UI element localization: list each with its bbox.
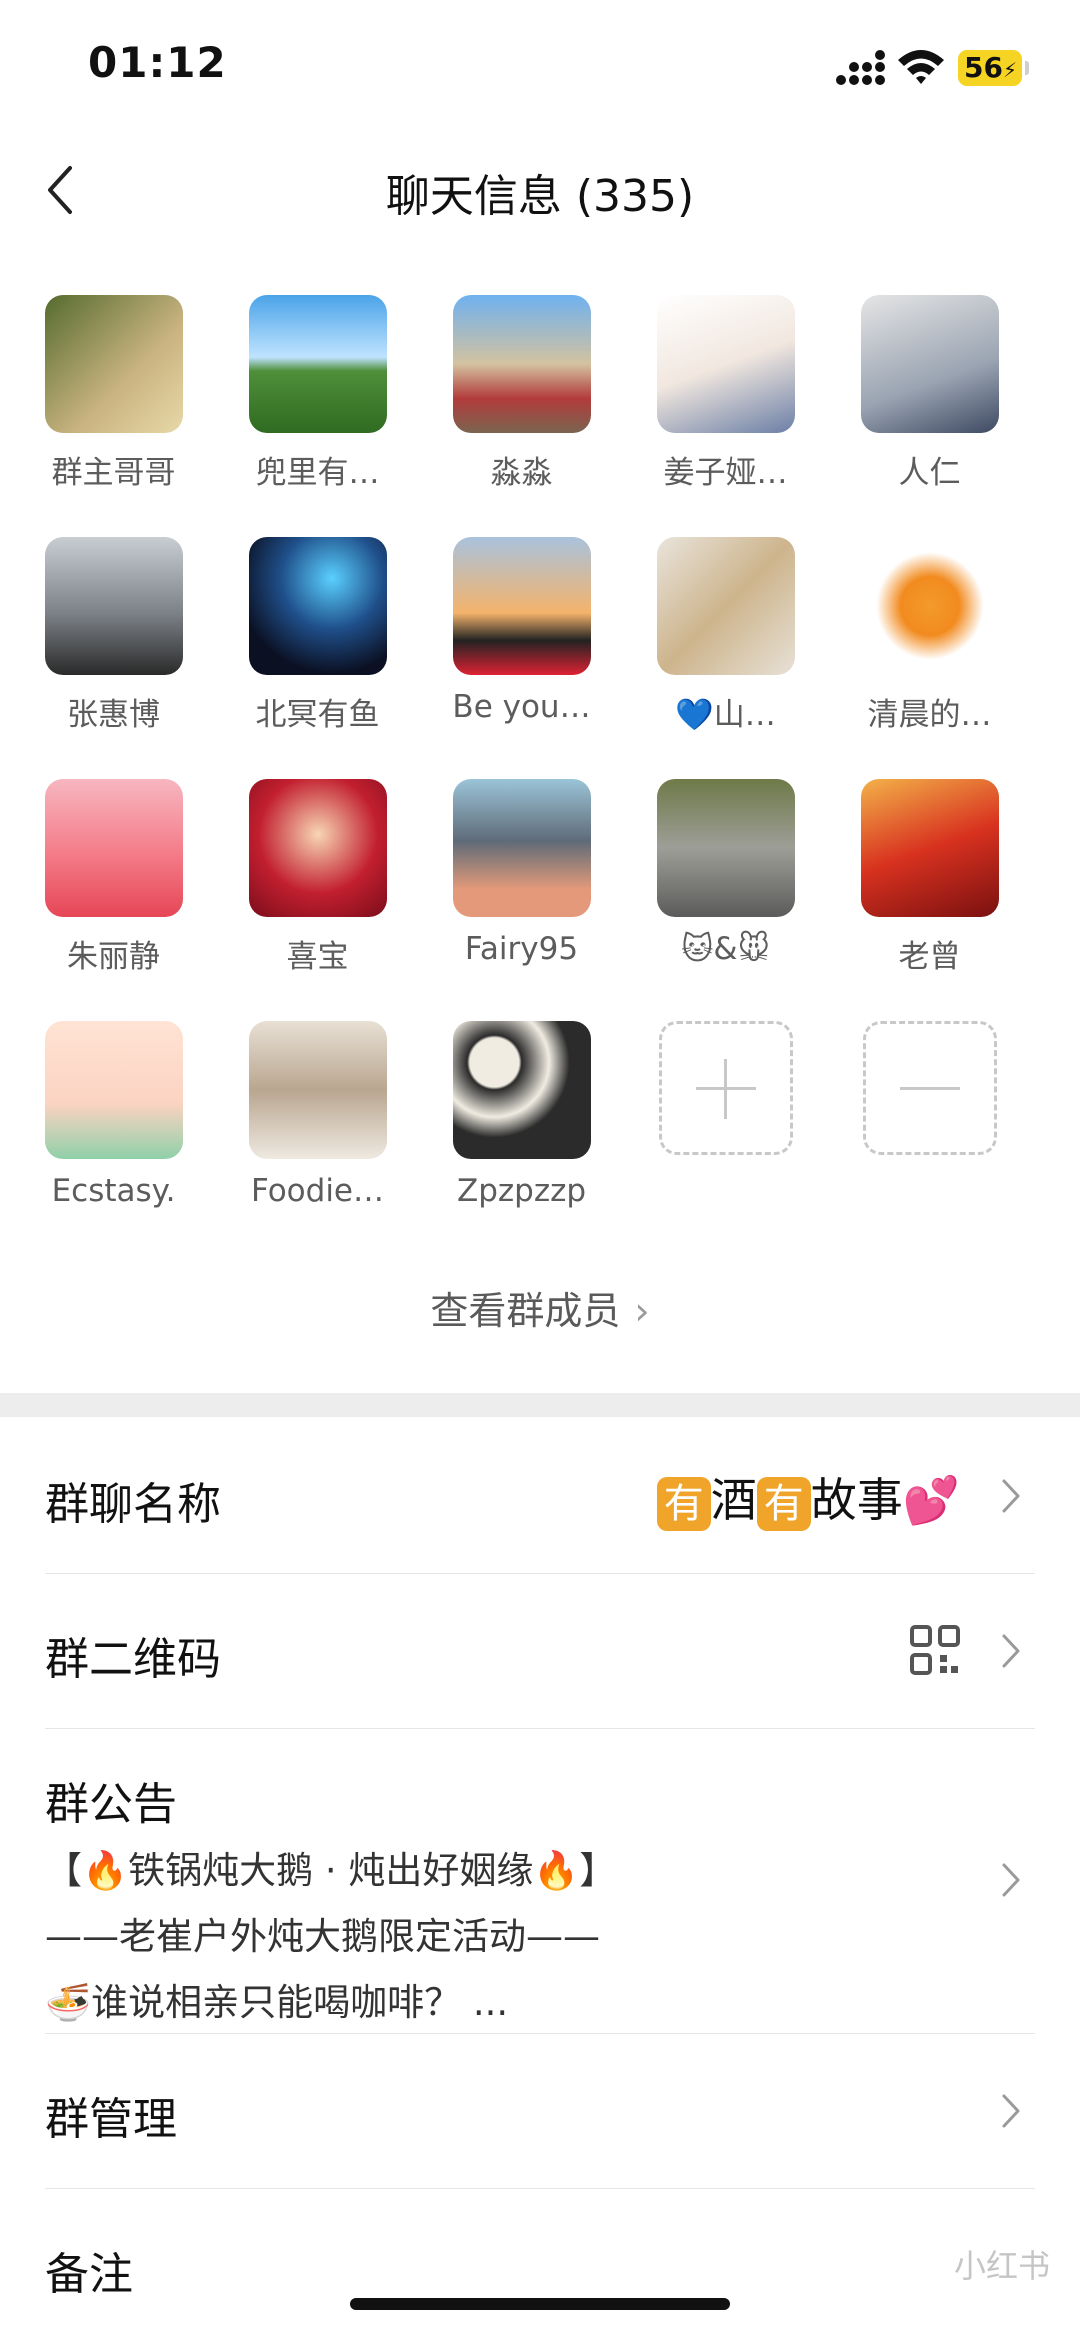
status-bar: 01:12 56⚡ <box>0 0 1080 130</box>
member-item[interactable]: 姜子娅… <box>638 295 813 492</box>
member-name: 朱丽静 <box>67 939 160 975</box>
group-notice-label: 群公告 <box>45 1779 177 1830</box>
member-name: 人仁 <box>898 455 961 491</box>
chevron-right-icon <box>1002 1634 1020 1668</box>
avatar <box>452 779 591 917</box>
chevron-right-icon <box>1002 1479 1020 1513</box>
member-item[interactable]: Foodie… <box>230 1021 405 1209</box>
group-name-label: 群聊名称 <box>45 1479 221 1530</box>
member-item[interactable]: Zpzpzzp <box>434 1021 609 1209</box>
group-qr-label: 群二维码 <box>45 1634 221 1685</box>
avatar <box>44 1021 183 1159</box>
avatar <box>44 779 183 917</box>
member-item[interactable]: 清晨的… <box>842 537 1017 734</box>
remove-member-button[interactable] <box>842 1021 1017 1155</box>
section-divider <box>0 1393 1080 1417</box>
member-item[interactable]: 朱丽静 <box>26 779 201 976</box>
member-name: 张惠博 <box>67 697 160 733</box>
avatar <box>248 1021 387 1159</box>
group-name-value: 有酒有故事💕 <box>656 1464 960 1531</box>
group-notice-content: 【🔥铁锅炖大鹅 · 炖出好姻缘🔥】 ——老崔户外炖大鹅限定活动—— 🍜谁说相亲只… <box>45 1838 616 2036</box>
group-name-text: 酒 <box>710 1473 757 1527</box>
member-item[interactable]: 北冥有鱼 <box>230 537 405 734</box>
member-item[interactable]: 淼淼 <box>434 295 609 492</box>
chevron-right-icon: › <box>634 1289 650 1333</box>
member-name: 老曾 <box>898 939 961 975</box>
status-time: 01:12 <box>88 38 227 87</box>
member-item[interactable]: 张惠博 <box>26 537 201 734</box>
wifi-icon <box>898 50 944 84</box>
avatar <box>860 779 999 917</box>
member-name: 兜里有… <box>255 455 380 491</box>
member-item[interactable]: 兜里有… <box>230 295 405 492</box>
avatar <box>248 537 387 675</box>
member-item[interactable]: 💙山… <box>638 537 813 734</box>
member-name: Fairy95 <box>464 931 579 967</box>
member-name: Be you… <box>452 689 591 725</box>
member-name: Zpzpzzp <box>456 1173 587 1209</box>
notice-line: 【🔥铁锅炖大鹅 · 炖出好姻缘🔥】 <box>45 1849 617 1892</box>
chevron-right-icon <box>1002 2094 1020 2128</box>
avatar <box>44 537 183 675</box>
avatar <box>452 1021 591 1159</box>
member-item[interactable]: 🐱&🐭 <box>638 779 813 967</box>
member-name: 🐱&🐭 <box>681 931 770 967</box>
member-item[interactable]: Ecstasy. <box>26 1021 201 1209</box>
group-qr-row[interactable]: 群二维码 <box>45 1573 1035 1729</box>
notice-line: ——老崔户外炖大鹅限定活动—— <box>45 1915 600 1958</box>
avatar <box>248 779 387 917</box>
avatar <box>656 295 795 433</box>
member-item[interactable]: 喜宝 <box>230 779 405 976</box>
member-name: 清晨的… <box>867 697 992 733</box>
member-name: Foodie… <box>250 1173 385 1209</box>
cellular-signal-icon <box>836 50 885 85</box>
group-name-tag: 有 <box>756 1476 811 1531</box>
minus-icon <box>862 1021 997 1155</box>
member-name: 北冥有鱼 <box>255 697 380 733</box>
view-all-label: 查看群成员 <box>430 1289 621 1333</box>
member-item[interactable]: Fairy95 <box>434 779 609 967</box>
plus-icon <box>658 1021 793 1155</box>
member-name: 群主哥哥 <box>51 455 176 491</box>
group-remark-label: 备注 <box>45 2249 133 2300</box>
member-item[interactable]: 人仁 <box>842 295 1017 492</box>
group-manage-label: 群管理 <box>45 2094 177 2145</box>
avatar <box>656 537 795 675</box>
group-remark-row[interactable]: 备注 <box>45 2188 1035 2337</box>
watermark: 小红书 <box>953 2247 1050 2285</box>
avatar <box>44 295 183 433</box>
group-name-row[interactable]: 群聊名称 有酒有故事💕 <box>45 1418 1035 1574</box>
notice-line: 🍜谁说相亲只能喝咖啡？ ... <box>45 1981 509 2024</box>
group-notice-row[interactable]: 群公告 【🔥铁锅炖大鹅 · 炖出好姻缘🔥】 ——老崔户外炖大鹅限定活动—— 🍜谁… <box>45 1728 1035 2034</box>
home-indicator[interactable] <box>350 2298 730 2310</box>
group-name-tag: 有 <box>656 1476 711 1531</box>
battery-indicator: 56⚡ <box>958 50 1029 86</box>
avatar <box>248 295 387 433</box>
qr-code-icon <box>910 1625 960 1675</box>
member-item[interactable]: 群主哥哥 <box>26 295 201 492</box>
avatar <box>656 779 795 917</box>
group-name-text: 故事💕 <box>810 1473 960 1527</box>
member-name: 姜子娅… <box>663 455 788 491</box>
avatar <box>860 295 999 433</box>
add-member-button[interactable] <box>638 1021 813 1155</box>
avatar <box>860 537 999 675</box>
chevron-right-icon <box>1002 1863 1020 1897</box>
member-name: 喜宝 <box>286 939 349 975</box>
avatar <box>452 295 591 433</box>
member-name: 💙山… <box>675 697 776 733</box>
member-name: Ecstasy. <box>51 1173 176 1209</box>
member-name: 淼淼 <box>490 455 553 491</box>
view-all-members-button[interactable]: 查看群成员 › <box>0 1280 1080 1335</box>
page-title: 聊天信息 (335) <box>385 171 695 222</box>
group-manage-row[interactable]: 群管理 <box>45 2033 1035 2189</box>
member-item[interactable]: 老曾 <box>842 779 1017 976</box>
member-item[interactable]: Be you… <box>434 537 609 725</box>
avatar <box>452 537 591 675</box>
